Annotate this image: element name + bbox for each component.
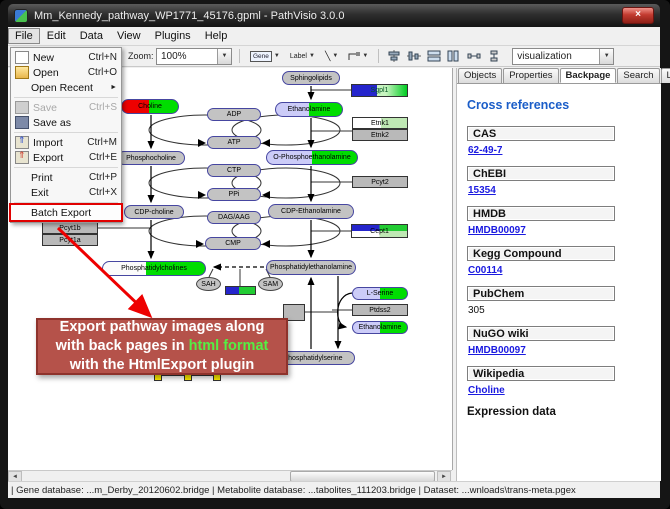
- open-folder-icon: [15, 66, 29, 79]
- pathway-node-atp[interactable]: ATP: [207, 136, 261, 149]
- save-as-icon: [15, 116, 29, 129]
- file-menu: NewCtrl+NOpenCtrl+OOpen Recent► SaveCtrl+…: [10, 47, 122, 223]
- pathway-node-phosphatidylcholines[interactable]: Phosphatidylcholines: [102, 261, 206, 276]
- file-menu-item-exit[interactable]: ExitCtrl+X: [11, 185, 121, 200]
- application-window: Mm_Kennedy_pathway_WP1771_45176.gpml - P…: [0, 0, 670, 509]
- menu-separator: [14, 132, 118, 133]
- pathway-node-phosphocholine[interactable]: Phosphocholine: [117, 151, 185, 165]
- pathway-node-cdp-choline[interactable]: CDP-choline: [124, 205, 184, 219]
- pathway-node-sphingolipids[interactable]: Sphingolipids: [282, 71, 340, 85]
- pathway-node-cept1[interactable]: Cept1: [351, 224, 408, 238]
- title-bar[interactable]: Mm_Kennedy_pathway_WP1771_45176.gpml - P…: [8, 4, 660, 27]
- file-menu-item-import[interactable]: ImportCtrl+M: [11, 135, 121, 150]
- pathway-node-ethanolamine[interactable]: Ethanolamine: [352, 321, 408, 334]
- file-menu-item-export[interactable]: ExportCtrl+E: [11, 150, 121, 165]
- menu-separator: [14, 167, 118, 168]
- save-icon: [15, 101, 29, 114]
- new-file-icon: [15, 51, 29, 64]
- menu-separator: [14, 202, 118, 203]
- pathway-node-adp[interactable]: ADP: [207, 108, 261, 121]
- pathway-node-pcyt1a[interactable]: Pcyt1a: [42, 234, 98, 246]
- pathway-node-pcyt2[interactable]: Pcyt2: [352, 176, 408, 188]
- pathway-node-ctp[interactable]: CTP: [207, 164, 261, 177]
- file-menu-item-new[interactable]: NewCtrl+N: [11, 50, 121, 65]
- pathway-node-o-phosphoethanolamine[interactable]: O-Phosphoethanolamine: [266, 150, 358, 165]
- pathway-node-ppi[interactable]: PPi: [207, 188, 261, 201]
- pathway-node-unlabeled[interactable]: [225, 286, 256, 295]
- import-icon: [15, 136, 29, 149]
- pathway-node-l-serine[interactable]: L-Serine: [352, 287, 408, 300]
- pathway-node-phosphatidylethanolamine[interactable]: Phosphatidylethanolamine: [266, 260, 356, 275]
- pathway-node-ethanolamine[interactable]: Ethanolamine: [275, 102, 343, 117]
- close-button[interactable]: ×: [622, 7, 654, 24]
- file-menu-item-batch-export[interactable]: Batch Export: [11, 205, 121, 220]
- pathway-node-pcyt1b[interactable]: Pcyt1b: [42, 222, 98, 234]
- pathway-node-cdp-ethanolamine[interactable]: CDP-Ethanolamine: [268, 204, 354, 219]
- pathway-node-cmp[interactable]: CMP: [205, 237, 261, 250]
- app-icon: [14, 9, 28, 23]
- pathway-node-choline[interactable]: Choline: [121, 99, 179, 114]
- file-menu-item-open-recent[interactable]: Open Recent►: [11, 80, 121, 95]
- tab-legend[interactable]: Legend: [661, 68, 670, 83]
- file-menu-item-open[interactable]: OpenCtrl+O: [11, 65, 121, 80]
- pathway-node-sam[interactable]: SAM: [258, 277, 283, 291]
- app-body: FileEditDataViewPluginsHelp Zoom: 100% ▼…: [8, 27, 660, 498]
- pathway-node-sah[interactable]: SAH: [196, 277, 221, 291]
- window-title: Mm_Kennedy_pathway_WP1771_45176.gpml - P…: [34, 10, 344, 22]
- menu-separator: [14, 97, 118, 98]
- pathway-node-dag-aag[interactable]: DAG/AAG: [207, 211, 261, 224]
- file-menu-item-save-as[interactable]: Save as: [11, 115, 121, 130]
- annotation-highlight: html format: [189, 338, 269, 354]
- annotation-text: with the HtmlExport plugin: [70, 357, 254, 373]
- pathway-node-sgpl1[interactable]: Sgpl1: [351, 84, 408, 97]
- pathway-node-etnk2[interactable]: Etnk2: [352, 129, 408, 141]
- export-icon: [15, 151, 29, 164]
- file-menu-item-print[interactable]: PrintCtrl+P: [11, 170, 121, 185]
- annotation-callout: Export pathway images along with back pa…: [36, 318, 288, 375]
- pathway-node-etnk1[interactable]: Etnk1: [352, 117, 408, 129]
- file-menu-item-save[interactable]: SaveCtrl+S: [11, 100, 121, 115]
- submenu-arrow-icon: ►: [110, 84, 117, 91]
- pathway-node-ptdss2[interactable]: Ptdss2: [352, 304, 408, 316]
